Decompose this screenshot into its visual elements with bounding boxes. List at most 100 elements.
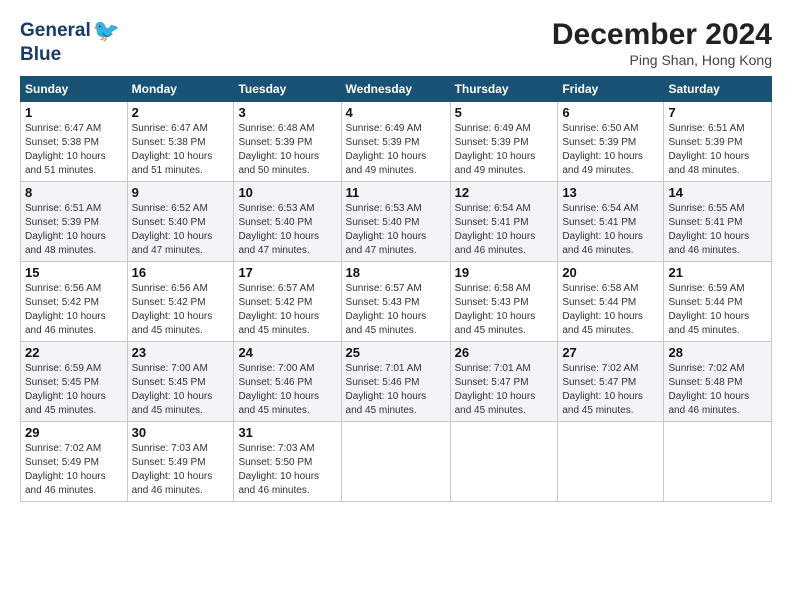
- day-cell: [450, 422, 558, 502]
- day-info: Sunrise: 6:50 AM Sunset: 5:39 PM Dayligh…: [562, 122, 659, 178]
- day-info: Sunrise: 7:01 AM Sunset: 5:47 PM Dayligh…: [455, 362, 554, 418]
- day-cell: 23Sunrise: 7:00 AM Sunset: 5:45 PM Dayli…: [127, 342, 234, 422]
- day-cell: 28 Sunrise: 7:02 AM Sunset: 5:48 PM Dayli…: [664, 342, 772, 422]
- day-info: Sunrise: 6:49 AM Sunset: 5:39 PM Dayligh…: [455, 122, 554, 178]
- day-cell: 14 Sunrise: 6:55 AM Sunset: 5:41 PM Dayli…: [664, 182, 772, 262]
- day-number: 28: [668, 345, 767, 360]
- day-info: Sunrise: 6:51 AM Sunset: 5:39 PM Dayligh…: [25, 202, 123, 258]
- calendar-header-friday: Friday: [558, 77, 664, 102]
- day-info: Sunrise: 6:52 AM Sunset: 5:40 PM Dayligh…: [132, 202, 230, 258]
- day-cell: 16Sunrise: 6:56 AM Sunset: 5:42 PM Dayli…: [127, 262, 234, 342]
- day-number: 19: [455, 265, 554, 280]
- day-cell: 22Sunrise: 6:59 AM Sunset: 5:45 PM Dayli…: [21, 342, 128, 422]
- day-cell: 18 Sunrise: 6:57 AM Sunset: 5:43 PM Dayli…: [341, 262, 450, 342]
- day-info: Sunrise: 6:57 AM Sunset: 5:43 PM Dayligh…: [346, 282, 446, 338]
- day-info: Sunrise: 6:54 AM Sunset: 5:41 PM Dayligh…: [455, 202, 554, 258]
- day-cell: 2 Sunrise: 6:47 AM Sunset: 5:38 PM Daylig…: [127, 102, 234, 182]
- day-number: 5: [455, 105, 554, 120]
- day-info: Sunrise: 7:03 AM Sunset: 5:49 PM Dayligh…: [132, 442, 230, 498]
- day-info: Sunrise: 6:59 AM Sunset: 5:44 PM Dayligh…: [668, 282, 767, 338]
- day-number: 29: [25, 425, 123, 440]
- day-info: Sunrise: 6:55 AM Sunset: 5:41 PM Dayligh…: [668, 202, 767, 258]
- day-info: Sunrise: 7:01 AM Sunset: 5:46 PM Dayligh…: [346, 362, 446, 418]
- day-number: 15: [25, 265, 123, 280]
- day-cell: 27 Sunrise: 7:02 AM Sunset: 5:47 PM Dayli…: [558, 342, 664, 422]
- day-cell: 12 Sunrise: 6:54 AM Sunset: 5:41 PM Dayli…: [450, 182, 558, 262]
- logo: General 🐦 Blue: [20, 18, 120, 66]
- day-info: Sunrise: 6:58 AM Sunset: 5:43 PM Dayligh…: [455, 282, 554, 338]
- calendar-header-saturday: Saturday: [664, 77, 772, 102]
- week-row-2: 8 Sunrise: 6:51 AM Sunset: 5:39 PM Daylig…: [21, 182, 772, 262]
- day-cell: 26 Sunrise: 7:01 AM Sunset: 5:47 PM Dayli…: [450, 342, 558, 422]
- day-info: Sunrise: 7:02 AM Sunset: 5:49 PM Dayligh…: [25, 442, 123, 498]
- day-info: Sunrise: 7:02 AM Sunset: 5:48 PM Dayligh…: [668, 362, 767, 418]
- day-cell: 15 Sunrise: 6:56 AM Sunset: 5:42 PM Dayli…: [21, 262, 128, 342]
- day-info: Sunrise: 7:03 AM Sunset: 5:50 PM Dayligh…: [238, 442, 336, 498]
- day-number: 17: [238, 265, 336, 280]
- day-number: 1: [25, 105, 123, 120]
- calendar-header-row: SundayMondayTuesdayWednesdayThursdayFrid…: [21, 77, 772, 102]
- day-number: 13: [562, 185, 659, 200]
- day-cell: [341, 422, 450, 502]
- day-number: 21: [668, 265, 767, 280]
- day-cell: 10 Sunrise: 6:53 AM Sunset: 5:40 PM Dayli…: [234, 182, 341, 262]
- day-cell: 30Sunrise: 7:03 AM Sunset: 5:49 PM Dayli…: [127, 422, 234, 502]
- calendar-header-sunday: Sunday: [21, 77, 128, 102]
- day-info: Sunrise: 6:53 AM Sunset: 5:40 PM Dayligh…: [346, 202, 446, 258]
- day-number: 18: [346, 265, 446, 280]
- day-info: Sunrise: 6:49 AM Sunset: 5:39 PM Dayligh…: [346, 122, 446, 178]
- logo-bird-icon: 🐦: [93, 18, 120, 44]
- month-title: December 2024: [552, 18, 772, 52]
- day-info: Sunrise: 6:53 AM Sunset: 5:40 PM Dayligh…: [238, 202, 336, 258]
- day-cell: [558, 422, 664, 502]
- day-cell: 7Sunrise: 6:51 AM Sunset: 5:39 PM Daylig…: [664, 102, 772, 182]
- day-number: 14: [668, 185, 767, 200]
- day-cell: [664, 422, 772, 502]
- day-cell: 8 Sunrise: 6:51 AM Sunset: 5:39 PM Daylig…: [21, 182, 128, 262]
- day-cell: 13 Sunrise: 6:54 AM Sunset: 5:41 PM Dayli…: [558, 182, 664, 262]
- day-cell: 31 Sunrise: 7:03 AM Sunset: 5:50 PM Dayli…: [234, 422, 341, 502]
- day-cell: 24Sunrise: 7:00 AM Sunset: 5:46 PM Dayli…: [234, 342, 341, 422]
- day-cell: 6Sunrise: 6:50 AM Sunset: 5:39 PM Daylig…: [558, 102, 664, 182]
- week-row-5: 29 Sunrise: 7:02 AM Sunset: 5:49 PM Dayli…: [21, 422, 772, 502]
- day-cell: 25 Sunrise: 7:01 AM Sunset: 5:46 PM Dayli…: [341, 342, 450, 422]
- calendar-header-wednesday: Wednesday: [341, 77, 450, 102]
- day-cell: 19 Sunrise: 6:58 AM Sunset: 5:43 PM Dayli…: [450, 262, 558, 342]
- day-number: 20: [562, 265, 659, 280]
- day-info: Sunrise: 7:00 AM Sunset: 5:46 PM Dayligh…: [238, 362, 336, 418]
- day-info: Sunrise: 6:56 AM Sunset: 5:42 PM Dayligh…: [25, 282, 123, 338]
- day-cell: 9 Sunrise: 6:52 AM Sunset: 5:40 PM Daylig…: [127, 182, 234, 262]
- title-block: December 2024 Ping Shan, Hong Kong: [552, 18, 772, 68]
- day-number: 25: [346, 345, 446, 360]
- day-cell: 4Sunrise: 6:49 AM Sunset: 5:39 PM Daylig…: [341, 102, 450, 182]
- day-number: 27: [562, 345, 659, 360]
- day-info: Sunrise: 6:48 AM Sunset: 5:39 PM Dayligh…: [238, 122, 336, 178]
- day-info: Sunrise: 6:47 AM Sunset: 5:38 PM Dayligh…: [132, 122, 230, 178]
- day-cell: 29 Sunrise: 7:02 AM Sunset: 5:49 PM Dayli…: [21, 422, 128, 502]
- day-cell: 3 Sunrise: 6:48 AM Sunset: 5:39 PM Daylig…: [234, 102, 341, 182]
- day-number: 8: [25, 185, 123, 200]
- day-number: 3: [238, 105, 336, 120]
- calendar-header-thursday: Thursday: [450, 77, 558, 102]
- day-cell: 17 Sunrise: 6:57 AM Sunset: 5:42 PM Dayli…: [234, 262, 341, 342]
- day-info: Sunrise: 7:02 AM Sunset: 5:47 PM Dayligh…: [562, 362, 659, 418]
- day-number: 26: [455, 345, 554, 360]
- day-number: 12: [455, 185, 554, 200]
- day-info: Sunrise: 6:54 AM Sunset: 5:41 PM Dayligh…: [562, 202, 659, 258]
- week-row-4: 22Sunrise: 6:59 AM Sunset: 5:45 PM Dayli…: [21, 342, 772, 422]
- day-number: 11: [346, 185, 446, 200]
- day-info: Sunrise: 6:57 AM Sunset: 5:42 PM Dayligh…: [238, 282, 336, 338]
- day-cell: 5 Sunrise: 6:49 AM Sunset: 5:39 PM Daylig…: [450, 102, 558, 182]
- calendar: SundayMondayTuesdayWednesdayThursdayFrid…: [20, 76, 772, 502]
- day-info: Sunrise: 6:51 AM Sunset: 5:39 PM Dayligh…: [668, 122, 767, 178]
- logo-text: General: [20, 20, 91, 42]
- day-info: Sunrise: 6:56 AM Sunset: 5:42 PM Dayligh…: [132, 282, 230, 338]
- day-info: Sunrise: 7:00 AM Sunset: 5:45 PM Dayligh…: [132, 362, 230, 418]
- calendar-header-tuesday: Tuesday: [234, 77, 341, 102]
- day-number: 9: [132, 185, 230, 200]
- day-number: 31: [238, 425, 336, 440]
- day-number: 2: [132, 105, 230, 120]
- day-cell: 1Sunrise: 6:47 AM Sunset: 5:38 PM Daylig…: [21, 102, 128, 182]
- day-info: Sunrise: 6:59 AM Sunset: 5:45 PM Dayligh…: [25, 362, 123, 418]
- day-number: 10: [238, 185, 336, 200]
